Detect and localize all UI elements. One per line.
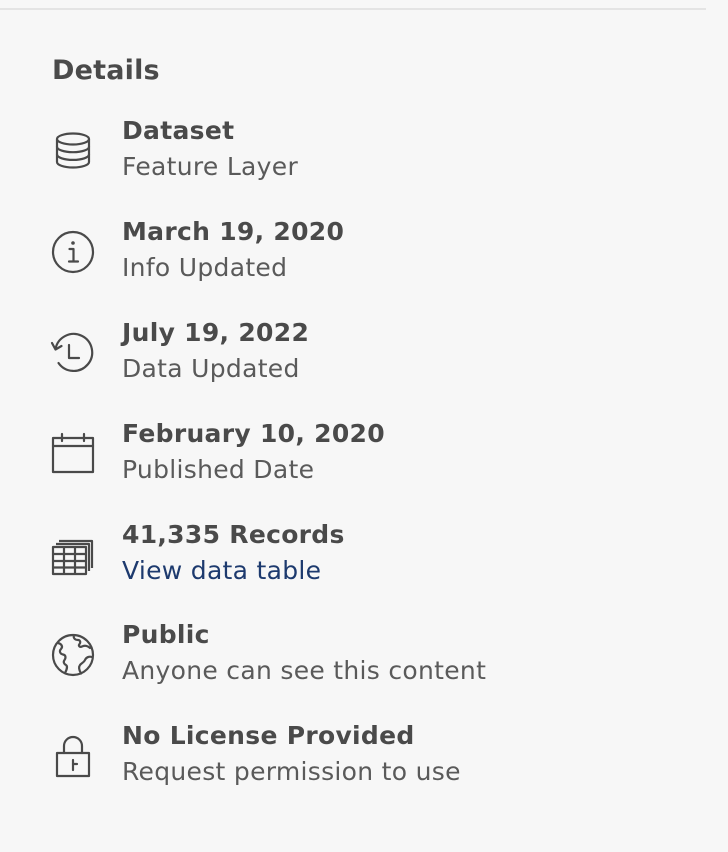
history-icon bbox=[50, 330, 96, 376]
detail-subtitle: Data Updated bbox=[122, 354, 300, 383]
detail-subtitle: Request permission to use bbox=[122, 757, 461, 786]
view-data-table-link[interactable]: View data table bbox=[122, 556, 321, 585]
detail-subtitle: Feature Layer bbox=[122, 152, 299, 181]
table-icon bbox=[50, 532, 96, 578]
detail-title: February 10, 2020 bbox=[122, 419, 385, 448]
detail-subtitle: Published Date bbox=[122, 455, 315, 484]
detail-title: 41,335 Records bbox=[122, 520, 345, 549]
detail-title: No License Provided bbox=[122, 721, 415, 750]
globe-icon bbox=[50, 632, 96, 678]
detail-subtitle: Anyone can see this content bbox=[122, 656, 487, 685]
detail-item-license: No License Provided Request permission t… bbox=[50, 719, 690, 799]
detail-subtitle-wrapper: View data table bbox=[122, 554, 321, 588]
detail-item-info-updated: March 19, 2020 Info Updated bbox=[50, 215, 690, 295]
details-heading: Details bbox=[52, 55, 160, 86]
detail-title: Public bbox=[122, 620, 210, 649]
detail-title: July 19, 2022 bbox=[122, 318, 310, 347]
info-icon bbox=[50, 229, 96, 275]
detail-title: March 19, 2020 bbox=[122, 217, 345, 246]
top-divider bbox=[0, 8, 706, 10]
database-icon bbox=[50, 128, 96, 174]
detail-item-data-updated: July 19, 2022 Data Updated bbox=[50, 316, 690, 396]
calendar-icon bbox=[50, 431, 96, 477]
detail-item-published-date: February 10, 2020 Published Date bbox=[50, 417, 690, 497]
detail-title: Dataset bbox=[122, 116, 235, 145]
detail-item-public: Public Anyone can see this content bbox=[50, 618, 690, 698]
detail-subtitle: Info Updated bbox=[122, 253, 288, 282]
lock-icon bbox=[50, 733, 96, 779]
detail-item-dataset: Dataset Feature Layer bbox=[50, 114, 690, 194]
detail-item-records: 41,335 Records View data table bbox=[50, 518, 690, 598]
